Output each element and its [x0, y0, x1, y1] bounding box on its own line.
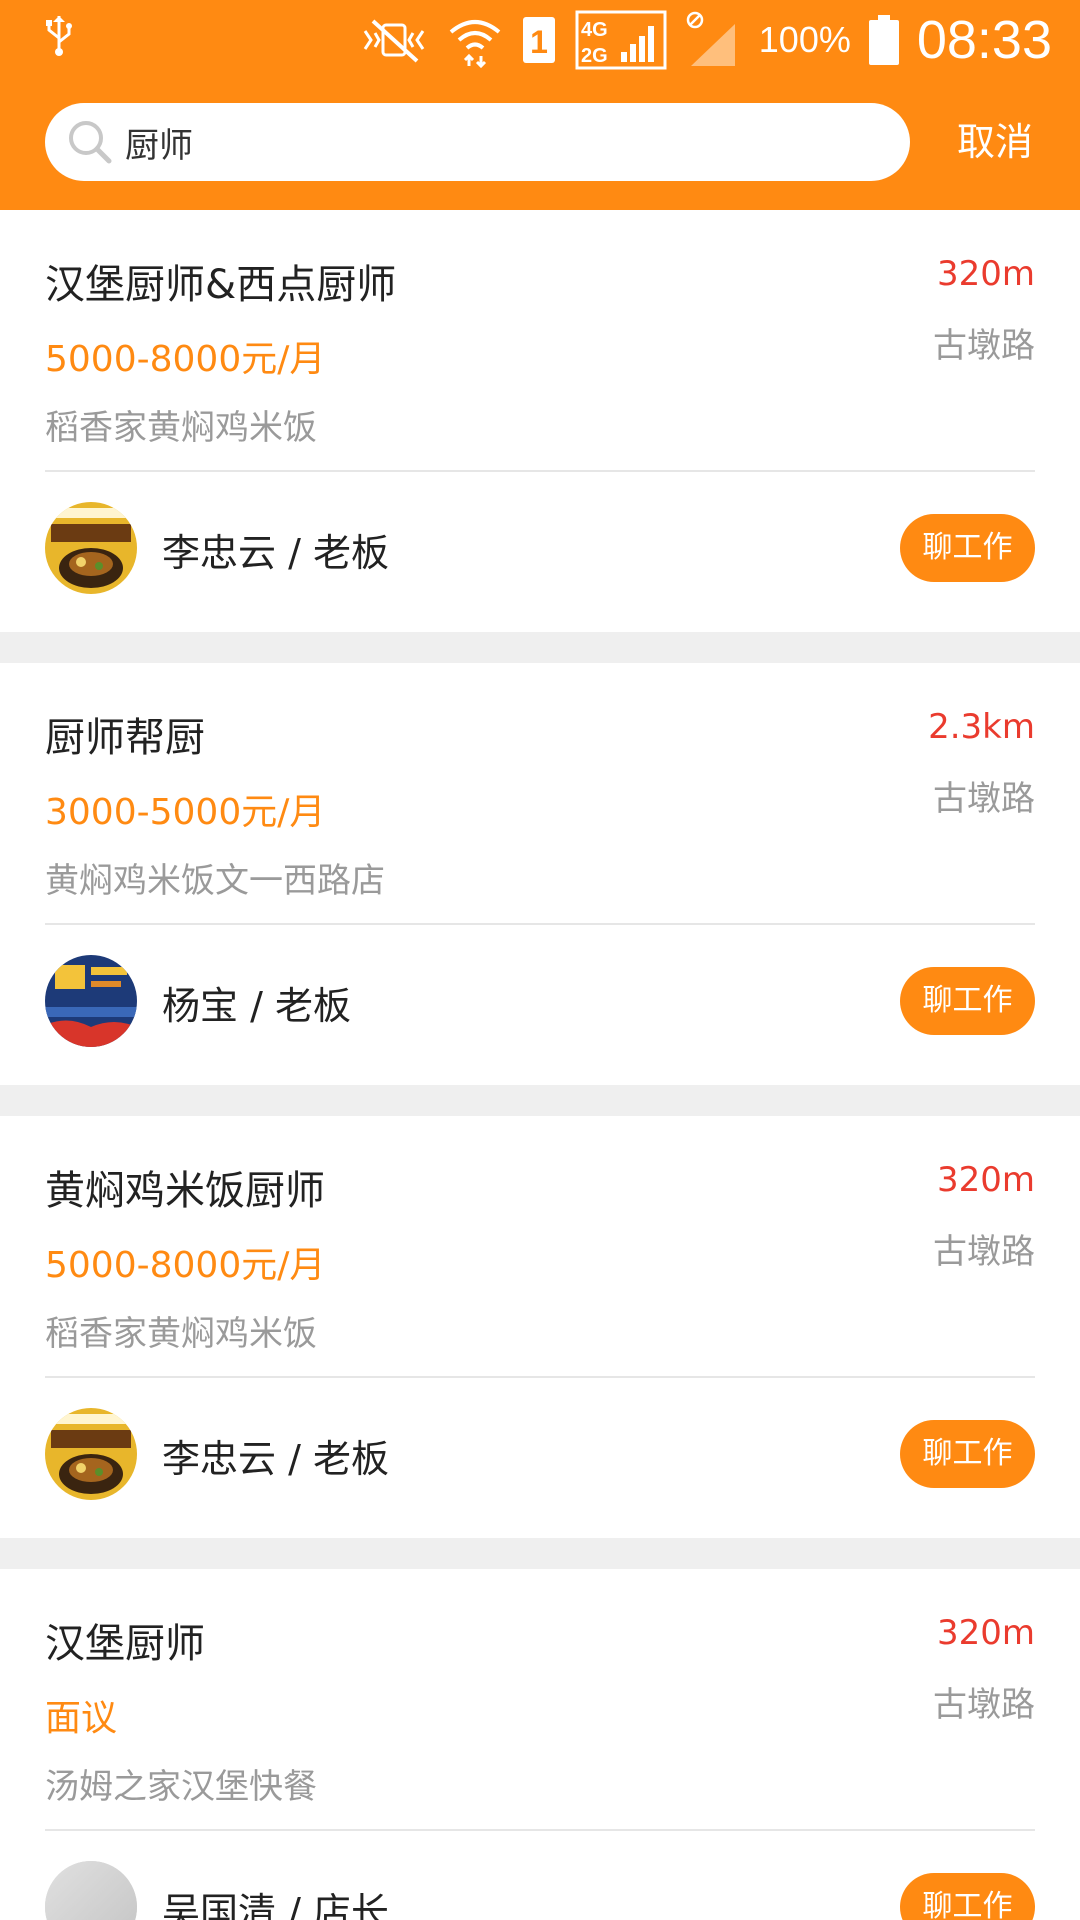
divider: [45, 1376, 1035, 1378]
company-name: 汤姆之家汉堡快餐: [45, 1767, 317, 1807]
contact-person: 吴国清 / 店长: [162, 1890, 389, 1920]
battery-icon: [868, 15, 899, 65]
divider: [45, 470, 1035, 472]
distance: 320m: [936, 254, 1035, 294]
avatar[interactable]: [45, 502, 137, 594]
location: 古墩路: [933, 1685, 1035, 1725]
distance: 320m: [936, 1160, 1035, 1200]
svg-text:2G: 2G: [581, 45, 608, 67]
distance: 2.3km: [928, 707, 1035, 747]
job-title: 汉堡厨师: [45, 1621, 205, 1667]
job-card[interactable]: 厨师帮厨 3000-5000元/月 黄焖鸡米饭文一西路店 2.3km 古墩路 杨…: [0, 663, 1080, 1085]
status-right-group: 1 4G 2G 100% 08:33: [359, 8, 1052, 72]
job-title: 汉堡厨师&西点厨师: [45, 262, 397, 308]
contact-person: 杨宝 / 老板: [162, 984, 351, 1028]
mobile-signal-icon: 4G 2G: [575, 10, 667, 70]
search-input[interactable]: [125, 103, 885, 181]
search-icon: [67, 119, 113, 165]
job-title: 黄焖鸡米饭厨师: [45, 1168, 325, 1214]
top-header: 1 4G 2G 100% 08:33 厨师 取消: [0, 0, 1080, 210]
no-signal-icon: [685, 10, 741, 70]
job-salary: 5000-8000元/月: [45, 339, 326, 380]
chat-button[interactable]: 聊工作: [900, 514, 1035, 582]
wifi-icon: [447, 12, 503, 68]
job-card[interactable]: 黄焖鸡米饭厨师 5000-8000元/月 稻香家黄焖鸡米饭 320m 古墩路 李…: [0, 1116, 1080, 1538]
avatar[interactable]: [45, 955, 137, 1047]
chat-button[interactable]: 聊工作: [900, 967, 1035, 1035]
battery-percent: 100%: [758, 19, 851, 60]
company-name: 稻香家黄焖鸡米饭: [45, 1314, 317, 1354]
sim-slot-icon: 1: [521, 15, 557, 65]
vibrate-mute-icon: [359, 15, 429, 65]
clock: 08:33: [916, 10, 1052, 70]
location: 古墩路: [933, 326, 1035, 366]
svg-text:4G: 4G: [581, 19, 608, 41]
job-salary: 3000-5000元/月: [45, 792, 326, 833]
avatar[interactable]: [45, 1408, 137, 1500]
usb-icon: [42, 14, 76, 70]
company-name: 黄焖鸡米饭文一西路店: [45, 861, 385, 901]
chat-button[interactable]: 聊工作: [900, 1873, 1035, 1920]
distance: 320m: [936, 1613, 1035, 1653]
location: 古墩路: [933, 779, 1035, 819]
company-name: 稻香家黄焖鸡米饭: [45, 408, 317, 448]
job-card[interactable]: 汉堡厨师&西点厨师 5000-8000元/月 稻香家黄焖鸡米饭 320m 古墩路…: [0, 210, 1080, 632]
chat-button[interactable]: 聊工作: [900, 1420, 1035, 1488]
location: 古墩路: [933, 1232, 1035, 1272]
cancel-button[interactable]: 取消: [940, 112, 1050, 172]
job-salary: 面议: [45, 1698, 118, 1739]
job-title: 厨师帮厨: [45, 715, 205, 761]
job-card[interactable]: 汉堡厨师 面议 汤姆之家汉堡快餐 320m 古墩路 吴国清 / 店长 聊工作: [0, 1569, 1080, 1920]
status-bar: 1 4G 2G 100% 08:33: [0, 0, 1080, 80]
job-salary: 5000-8000元/月: [45, 1245, 326, 1286]
contact-person: 李忠云 / 老板: [162, 531, 389, 575]
contact-person: 李忠云 / 老板: [162, 1437, 389, 1481]
search-bar[interactable]: [45, 103, 910, 181]
divider: [45, 923, 1035, 925]
divider: [45, 1829, 1035, 1831]
svg-text:1: 1: [530, 24, 548, 60]
avatar[interactable]: [45, 1861, 137, 1920]
